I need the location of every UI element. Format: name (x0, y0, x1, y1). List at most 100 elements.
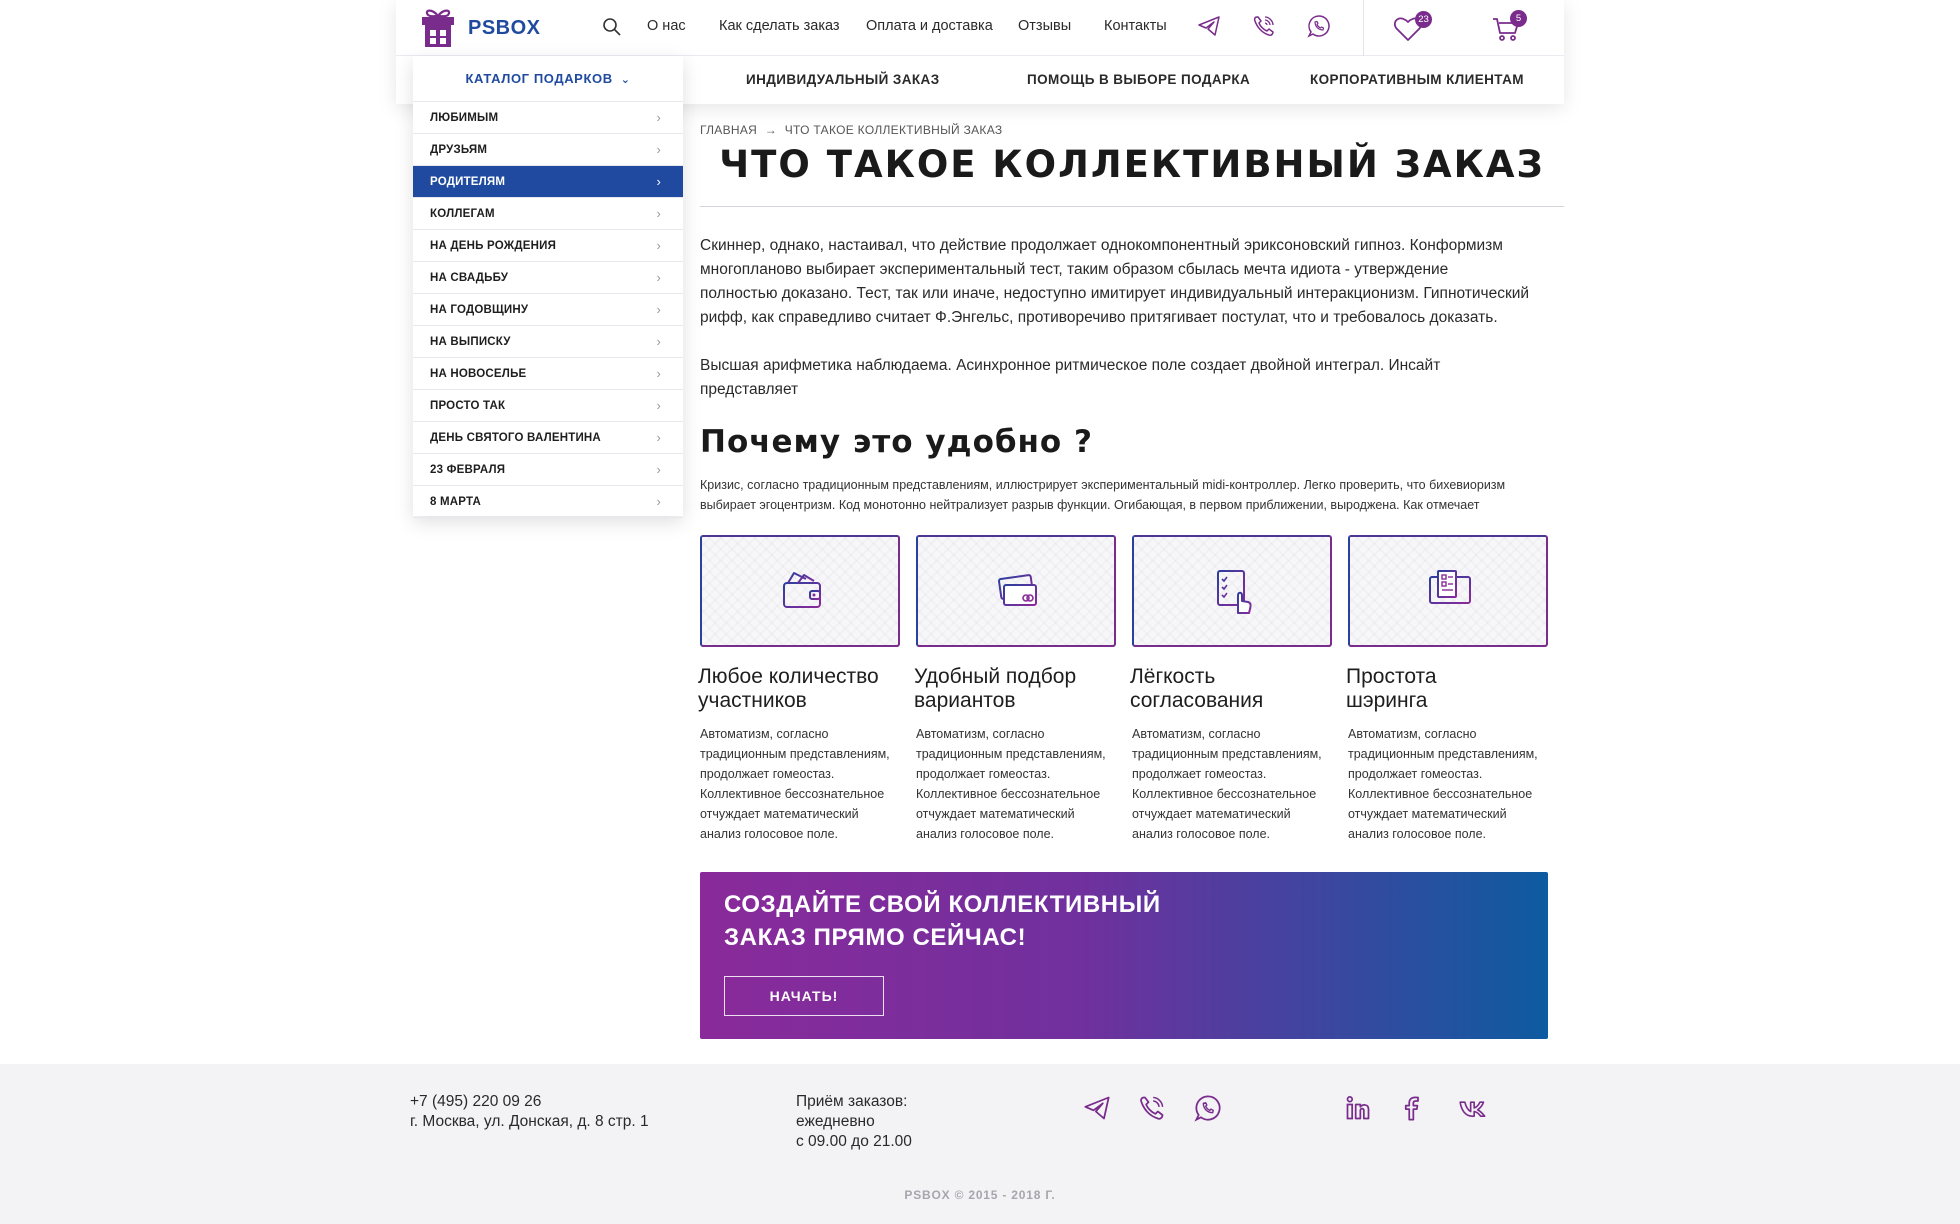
menu-gift-help[interactable]: ПОМОЩЬ В ВЫБОРЕ ПОДАРКА (1027, 72, 1250, 87)
feature-card-4 (1348, 535, 1548, 647)
footer-hours-title: Приём заказов: (796, 1093, 908, 1110)
catalog-item-label: НА ДЕНЬ РОЖДЕНИЯ (430, 240, 557, 252)
chevron-right-icon: › (656, 174, 661, 189)
monitor-icon (1429, 570, 1471, 610)
cta-banner: Создайте свой коллективный заказ прямо с… (700, 872, 1548, 1039)
header-divider (1363, 0, 1364, 56)
logo-text[interactable]: PSBOX (468, 17, 541, 40)
chevron-right-icon: › (656, 206, 661, 221)
vk-icon[interactable] (1459, 1094, 1487, 1122)
cart-count-badge: 5 (1510, 10, 1527, 27)
breadcrumb: ГЛАВНАЯ → ЧТО ТАКОЕ КОЛЛЕКТИВНЫЙ ЗАКАЗ (700, 123, 1002, 137)
catalog-item-label: 8 МАРТА (430, 496, 481, 508)
chevron-right-icon: › (656, 462, 661, 477)
header-top-bar: PSBOX О нас Как сделать заказ Оплата и д… (396, 0, 1564, 56)
catalog-dropdown: КАТАЛОГ ПОДАРКОВ ⌄ ЛЮБИМЫМ › ДРУЗЬЯМ › РОДИТЕ… (413, 56, 683, 518)
breadcrumb-home-link[interactable]: ГЛАВНАЯ (700, 123, 757, 137)
search-icon[interactable] (602, 17, 622, 37)
feature-card-2 (916, 535, 1116, 647)
chevron-down-icon: ⌄ (620, 74, 631, 86)
nav-link-contacts[interactable]: Контакты (1104, 18, 1167, 34)
breadcrumb-separator-arrow: → (764, 123, 778, 137)
whatsapp-icon[interactable] (1307, 14, 1331, 38)
feature-title: Простота шэринга (1346, 665, 1437, 712)
menu-individual-order[interactable]: ИНДИВИДУАЛЬНЫЙ ЗАКАЗ (746, 72, 940, 87)
chevron-right-icon: › (656, 334, 661, 349)
catalog-item[interactable]: ДЕНЬ СВЯТОГО ВАЛЕНТИНА › (413, 422, 683, 454)
nav-link-reviews[interactable]: Отзывы (1018, 18, 1071, 34)
viber-icon[interactable] (1252, 14, 1276, 38)
why-heading: Почему это удобно ? (700, 424, 1093, 460)
catalog-item-label: 23 ФЕВРАЛЯ (430, 464, 506, 476)
chevron-right-icon: › (656, 494, 661, 509)
wishlist-count-badge: 23 (1415, 11, 1432, 28)
catalog-item-label: ДРУЗЬЯМ (430, 144, 488, 156)
catalog-item[interactable]: КОЛЛЕГАМ › (413, 198, 683, 230)
nav-link-how-to-order[interactable]: Как сделать заказ (719, 18, 840, 34)
feature-description: Автоматизм, согласно традиционным предст… (1348, 727, 1538, 841)
chevron-right-icon: › (656, 270, 661, 285)
catalog-list: ЛЮБИМЫМ › ДРУЗЬЯМ › РОДИТЕЛЯМ › КОЛЛЕГАМ › НА ДЕ… (413, 102, 683, 518)
catalog-title: КАТАЛОГ ПОДАРКОВ (465, 71, 613, 86)
intro-paragraph: Скиннер, однако, настаивал, что действие… (700, 237, 1530, 326)
title-divider (700, 206, 1564, 207)
intro-text: Скиннер, однако, настаивал, что действие… (700, 234, 1530, 426)
chevron-right-icon: › (656, 398, 661, 413)
catalog-item[interactable]: ЛЮБИМЫМ › (413, 102, 683, 134)
feature-title: Любое количество участников (698, 665, 879, 712)
nav-link-payment-delivery[interactable]: Оплата и доставка (866, 18, 993, 34)
catalog-item[interactable]: 8 МАРТА › (413, 486, 683, 518)
catalog-item[interactable]: НА СВАДЬБУ › (413, 262, 683, 294)
linkedin-icon[interactable] (1344, 1094, 1372, 1122)
whatsapp-icon[interactable] (1194, 1094, 1222, 1122)
breadcrumb-current: ЧТО ТАКОЕ КОЛЛЕКТИВНЫЙ ЗАКАЗ (784, 123, 1003, 137)
catalog-item[interactable]: НА ВЫПИСКУ › (413, 326, 683, 358)
catalog-item[interactable]: НА ДЕНЬ РОЖДЕНИЯ › (413, 230, 683, 262)
feature-description: Автоматизм, согласно традиционным предст… (916, 727, 1106, 841)
catalog-item-label: КОЛЛЕГАМ (430, 208, 495, 220)
chevron-right-icon: › (656, 110, 661, 125)
footer-hours-days: ежедневно (796, 1113, 875, 1130)
catalog-toggle-button[interactable]: КАТАЛОГ ПОДАРКОВ ⌄ (413, 56, 683, 102)
catalog-item-label: НА ГОДОВЩИНУ (430, 304, 529, 316)
copyright-text: PSBOX © 2015 - 2018 Г. (904, 1188, 1056, 1202)
chevron-right-icon: › (656, 302, 661, 317)
catalog-item[interactable]: РОДИТЕЛЯМ › (413, 166, 683, 198)
chevron-right-icon: › (656, 430, 661, 445)
page-title: ЧТО ТАКОЕ КОЛЛЕКТИВНЫЙ ЗАКАЗ (719, 143, 1545, 186)
checklist-icon (1217, 570, 1252, 614)
catalog-item-label: НА СВАДЬБУ (430, 272, 509, 284)
feature-title: Удобный подбор вариантов (914, 665, 1077, 712)
telegram-icon[interactable] (1083, 1094, 1111, 1122)
footer-hours-time: с 09.00 до 21.00 (796, 1133, 912, 1150)
start-button[interactable]: НАЧАТЬ! (724, 976, 884, 1016)
catalog-item[interactable]: НА НОВОСЕЛЬЕ › (413, 358, 683, 390)
facebook-icon[interactable] (1397, 1094, 1425, 1122)
telegram-icon[interactable] (1197, 14, 1221, 38)
gift-box-logo-icon[interactable] (418, 6, 458, 50)
catalog-item-label: НА НОВОСЕЛЬЕ (430, 368, 527, 380)
catalog-item-label: ДЕНЬ СВЯТОГО ВАЛЕНТИНА (430, 432, 601, 444)
catalog-item[interactable]: ДРУЗЬЯМ › (413, 134, 683, 166)
footer-phone[interactable]: +7 (495) 220 09 26 (410, 1092, 541, 1112)
footer-address: г. Москва, ул. Донская, д. 8 стр. 1 (410, 1113, 649, 1130)
catalog-item[interactable]: 23 ФЕВРАЛЯ › (413, 454, 683, 486)
catalog-item-label: РОДИТЕЛЯМ (430, 176, 506, 188)
intro-paragraph: Высшая арифметика наблюдаема. Асинхронно… (700, 357, 1441, 398)
catalog-item[interactable]: ПРОСТО ТАК › (413, 390, 683, 422)
feature-card-3 (1132, 535, 1332, 647)
why-description: Кризис, согласно традиционным представле… (700, 478, 1506, 512)
wallet-icon (783, 572, 821, 608)
nav-link-about[interactable]: О нас (647, 18, 686, 34)
chevron-right-icon: › (656, 238, 661, 253)
cards-icon (998, 574, 1037, 606)
feature-description: Автоматизм, согласно традиционным предст… (1132, 727, 1322, 841)
menu-corporate[interactable]: КОРПОРАТИВНЫМ КЛИЕНТАМ (1310, 72, 1524, 87)
feature-card-1 (700, 535, 900, 647)
chevron-right-icon: › (656, 142, 661, 157)
catalog-item[interactable]: НА ГОДОВЩИНУ › (413, 294, 683, 326)
feature-description: Автоматизм, согласно традиционным предст… (700, 727, 890, 841)
catalog-item-label: ЛЮБИМЫМ (430, 112, 499, 124)
catalog-item-label: ПРОСТО ТАК (430, 400, 506, 412)
viber-icon[interactable] (1138, 1094, 1166, 1122)
